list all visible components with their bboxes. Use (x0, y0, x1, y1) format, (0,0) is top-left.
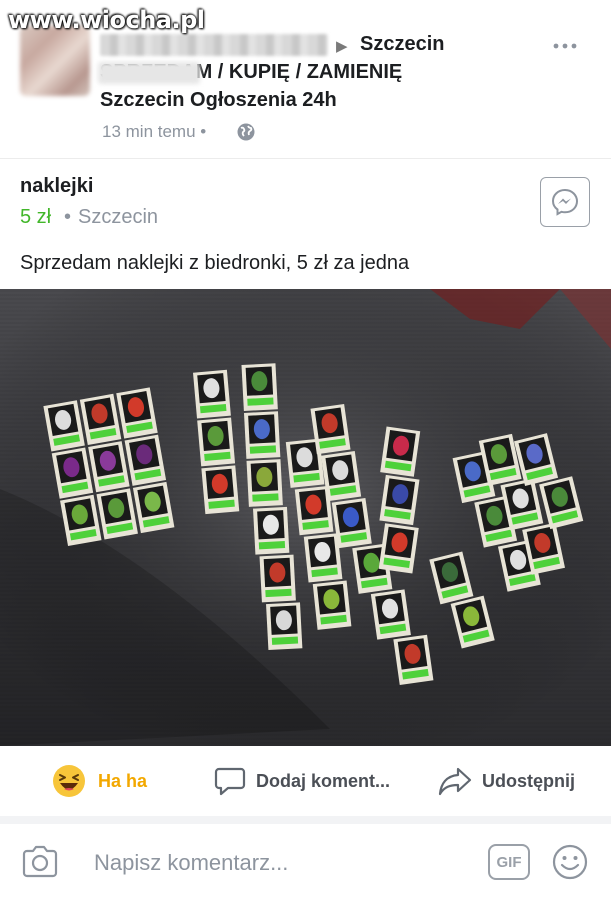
listing-price: 5 zł (20, 206, 52, 228)
triangle-right-icon: ▶ (336, 38, 348, 55)
smiley-icon[interactable] (552, 844, 588, 880)
haha-emoji-icon (53, 765, 85, 797)
watermark: www.wiocha.pl (8, 6, 205, 34)
comment-input[interactable] (94, 846, 464, 880)
camera-icon[interactable] (20, 842, 60, 882)
divider (0, 816, 611, 824)
post-timestamp[interactable]: 13 min temu • (102, 122, 206, 142)
more-horizontal-icon[interactable] (550, 32, 580, 60)
author-name-blurred[interactable] (100, 34, 328, 56)
gif-button[interactable]: GIF (488, 844, 530, 880)
post-photo[interactable] (0, 289, 611, 746)
messenger-icon (551, 188, 579, 216)
message-seller-button[interactable] (540, 177, 590, 227)
avatar[interactable] (20, 26, 90, 96)
stickers-photo (0, 289, 611, 746)
comment-button[interactable]: Dodaj koment... (214, 746, 390, 816)
globe-icon (237, 123, 255, 141)
group-link[interactable]: Szczecin (360, 33, 444, 56)
listing-separator: • (64, 206, 72, 228)
group-name-line2[interactable]: Szczecin Ogłoszenia 24h (100, 89, 337, 112)
comment-composer: GIF (0, 824, 611, 900)
post-text: Sprzedam naklejki z biedronki, 5 zł za j… (20, 252, 410, 274)
haha-reaction-button[interactable]: Ha ha (52, 746, 147, 816)
comment-icon (214, 767, 246, 796)
haha-label: Ha ha (98, 770, 148, 791)
share-label: Udostępnij (482, 770, 575, 791)
share-icon (438, 767, 472, 796)
listing-title: naklejki (20, 175, 94, 197)
listing-location: Szczecin (78, 206, 159, 228)
comment-label: Dodaj koment... (256, 770, 391, 791)
share-button[interactable]: Udostępnij (438, 746, 575, 816)
post-actions: Ha ha Dodaj koment... Udostępnij (0, 746, 611, 816)
redaction-blur (98, 62, 200, 84)
divider (0, 158, 611, 159)
